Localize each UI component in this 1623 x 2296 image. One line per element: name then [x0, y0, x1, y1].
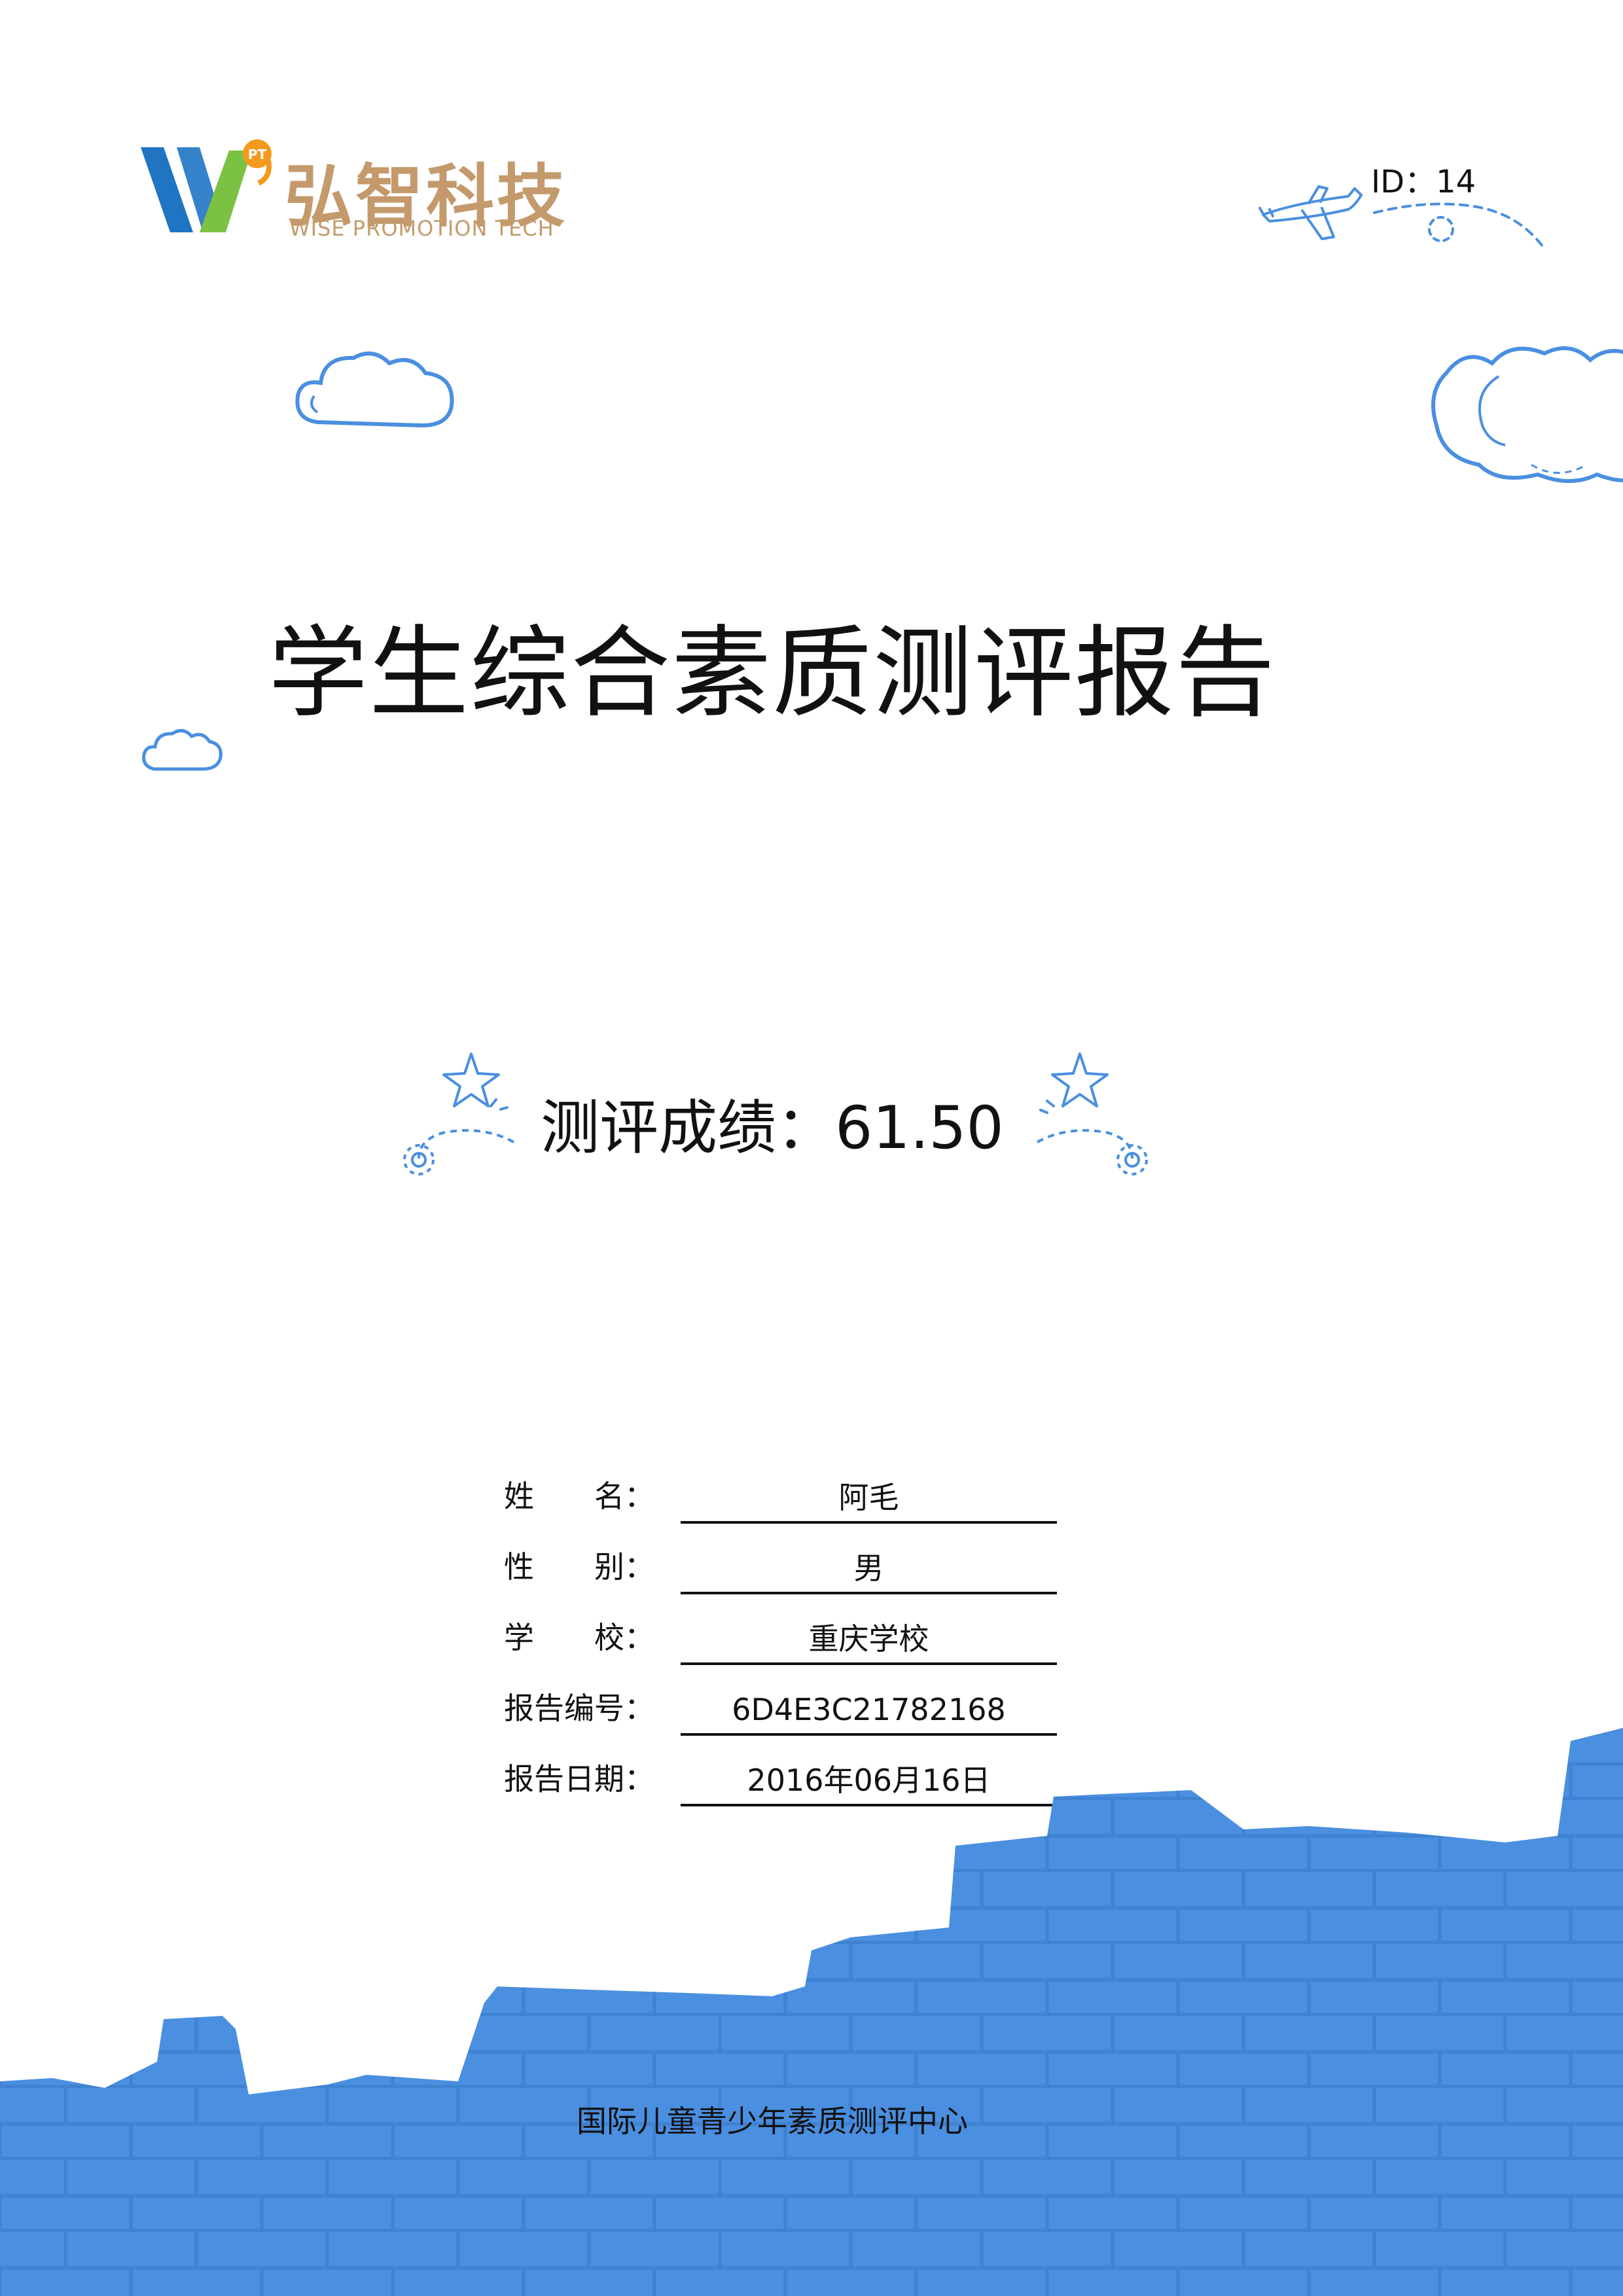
brick-wall-background	[0, 1728, 1623, 2296]
footer-organization: 国际儿童青少年素质测评中心	[577, 2104, 968, 2139]
